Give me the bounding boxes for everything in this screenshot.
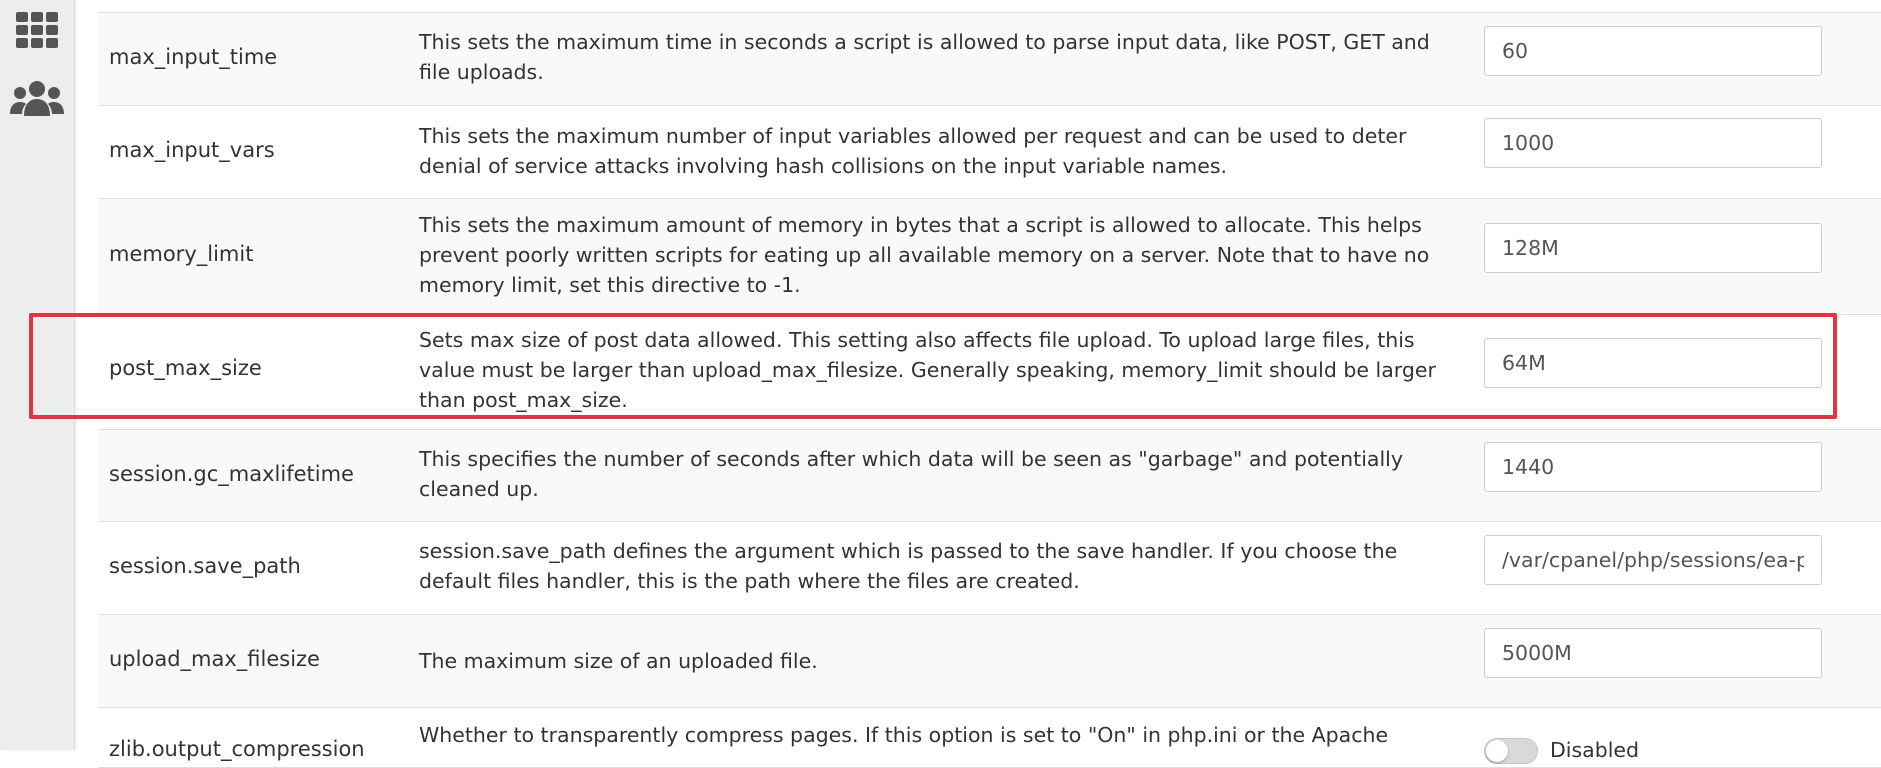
directive-name: max_input_time <box>109 45 278 69</box>
directive-description: Whether to transparently compress pages.… <box>419 723 1389 747</box>
directive-name: zlib.output_compression <box>109 737 365 761</box>
table-row: session.gc_maxlifetime This specifies th… <box>98 430 1881 522</box>
directive-name: session.save_path <box>109 554 301 578</box>
table-row: zlib.output_compression Whether to trans… <box>98 708 1881 768</box>
users-icon <box>10 81 64 116</box>
directive-description: This sets the maximum number of input va… <box>419 124 1407 178</box>
directive-description: This specifies the number of seconds aft… <box>419 447 1403 501</box>
directive-name: max_input_vars <box>109 138 275 162</box>
sidebar-item-users[interactable] <box>0 70 74 130</box>
directive-value-input[interactable] <box>1484 118 1822 168</box>
compression-toggle[interactable] <box>1484 738 1538 764</box>
directive-value-input[interactable] <box>1484 338 1822 388</box>
toggle-state-label: Disabled <box>1550 738 1640 762</box>
sidebar <box>0 0 75 750</box>
directive-value-input[interactable] <box>1484 628 1822 678</box>
table-row: session.save_path session.save_path defi… <box>98 522 1881 615</box>
directive-description: Sets max size of post data allowed. This… <box>419 328 1436 412</box>
table-row: post_max_size Sets max size of post data… <box>98 315 1881 430</box>
directive-value-input[interactable] <box>1484 26 1822 76</box>
php-directives-table: max_input_time This sets the maximum tim… <box>98 0 1881 768</box>
directive-name: post_max_size <box>109 356 262 380</box>
table-row: max_input_vars This sets the maximum num… <box>98 106 1881 199</box>
table-row: upload_max_filesize The maximum size of … <box>98 615 1881 708</box>
directive-value-input[interactable] <box>1484 535 1822 585</box>
directive-description: This sets the maximum amount of memory i… <box>419 213 1430 297</box>
directive-name: memory_limit <box>109 242 254 266</box>
directive-name: session.gc_maxlifetime <box>109 462 354 486</box>
grid-icon <box>16 12 58 48</box>
directive-description: session.save_path defines the argument w… <box>419 539 1398 593</box>
directive-description: This sets the maximum time in seconds a … <box>419 30 1430 84</box>
directive-value-input[interactable] <box>1484 223 1822 273</box>
directive-name: upload_max_filesize <box>109 647 320 671</box>
toggle-knob <box>1486 740 1508 762</box>
table-row: memory_limit This sets the maximum amoun… <box>98 199 1881 315</box>
directive-description: The maximum size of an uploaded file. <box>419 649 818 673</box>
table-row: max_input_time This sets the maximum tim… <box>98 13 1881 106</box>
directive-value-input[interactable] <box>1484 442 1822 492</box>
sidebar-item-apps[interactable] <box>0 0 74 60</box>
